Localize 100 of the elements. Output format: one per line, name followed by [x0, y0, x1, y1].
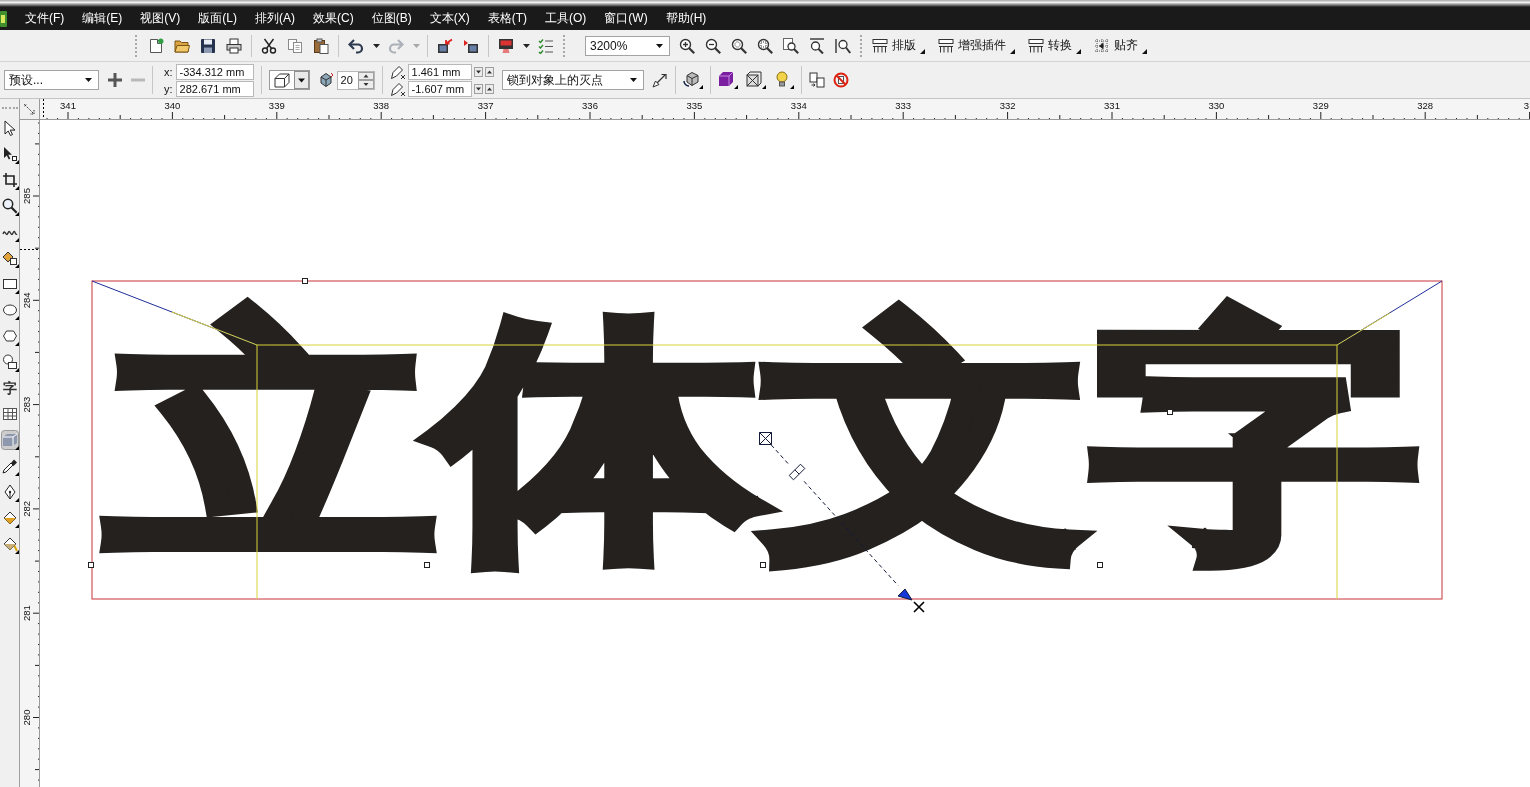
ruler-label: 340 [164, 99, 181, 111]
toolbar-icon [938, 37, 954, 54]
ruler-label: 284 [21, 292, 32, 309]
ruler-label: 338 [373, 99, 390, 111]
menu-item[interactable]: 表格(T) [478, 7, 536, 30]
ruler-label: 281 [21, 605, 32, 622]
spin-up-icon[interactable] [484, 66, 494, 77]
cube-icon[interactable] [0, 430, 19, 450]
toolbar-button[interactable]: 贴齐 [1094, 35, 1138, 56]
new-page-icon[interactable] [148, 37, 164, 54]
open-box-icon [273, 72, 290, 88]
zoom-width-icon[interactable] [809, 37, 825, 54]
shaded-cube-icon[interactable] [717, 71, 738, 89]
flyout-corner-icon[interactable] [1142, 48, 1147, 54]
spin-up-icon[interactable] [484, 83, 494, 94]
export-icon[interactable] [463, 37, 479, 54]
shapes-icon[interactable] [0, 352, 19, 372]
cube-arrow-icon [317, 72, 334, 88]
clipboard-icon[interactable] [313, 37, 329, 54]
zoom-dropdown[interactable]: 3200% [585, 35, 670, 56]
import-icon[interactable] [437, 37, 453, 54]
ruler-origin-icon[interactable] [24, 103, 35, 115]
cursor-position-marker [43, 99, 44, 120]
undo-icon[interactable] [348, 37, 364, 54]
zoom-in-icon[interactable] [679, 37, 695, 54]
text-tool[interactable]: 字 [0, 378, 19, 398]
menu-item[interactable]: 工具(O) [536, 7, 596, 30]
spin-down-icon[interactable] [473, 66, 483, 77]
spin-down-icon[interactable] [357, 79, 374, 89]
menu-item[interactable]: 视图(V) [131, 7, 190, 30]
pen-arrow-icon[interactable] [651, 72, 668, 88]
coordinate-field[interactable]: -334.312 mm [175, 63, 254, 80]
monitor-icon[interactable] [498, 37, 514, 54]
bevel-box-icon[interactable] [745, 71, 766, 89]
ruler-label: 285 [21, 188, 32, 204]
zoom-height-icon[interactable] [835, 37, 851, 54]
ruler-label: 332 [999, 99, 1016, 111]
zoom-out-icon[interactable] [705, 37, 721, 54]
menu-item[interactable]: 编辑(E) [73, 7, 132, 30]
ruler-label: 335 [686, 99, 703, 111]
pen-icon [389, 63, 406, 80]
menu-item[interactable]: 效果(C) [304, 7, 363, 30]
cursor-position-marker [20, 249, 40, 250]
coordinate-label: y: [164, 82, 173, 95]
copy-icon[interactable] [287, 37, 303, 54]
ruler-label: 333 [895, 99, 912, 111]
crop-icon[interactable] [0, 170, 19, 190]
ruler-label: 336 [582, 99, 598, 111]
flyout-corner-icon[interactable] [1010, 48, 1015, 54]
menu-item[interactable]: 排列(A) [246, 7, 304, 30]
folder-icon[interactable] [174, 37, 190, 54]
toolbar-icon [872, 37, 888, 54]
cross-marker-icon [913, 601, 925, 613]
caret-icon [656, 43, 663, 48]
checklist-icon[interactable] [538, 37, 554, 54]
caret-icon[interactable] [523, 43, 530, 48]
plus-icon[interactable] [107, 72, 123, 88]
toolbar-button[interactable]: 增强插件 [938, 35, 1006, 56]
pen-icon [389, 80, 406, 97]
coordinate-field[interactable]: 282.671 mm [175, 80, 254, 97]
depth-field[interactable]: 20 [336, 70, 375, 90]
toolbar-button[interactable]: 排版 [872, 35, 916, 56]
copy-shape-icon[interactable] [808, 72, 825, 88]
preset-dropdown[interactable]: 预设... [4, 70, 99, 90]
vanishing-point-field[interactable]: 1.461 mm [407, 63, 472, 80]
zoom-page-icon[interactable] [783, 37, 799, 54]
flyout-corner-icon[interactable] [1076, 48, 1081, 54]
ruler-label: 328 [1417, 99, 1434, 111]
ruler-label: 339 [268, 99, 285, 111]
app-icon[interactable] [0, 10, 7, 27]
menu-item[interactable]: 文件(F) [16, 7, 74, 30]
caret-icon [85, 78, 92, 82]
no-sign-icon[interactable] [832, 72, 849, 88]
caret-icon[interactable] [373, 43, 380, 48]
flyout-corner-icon[interactable] [920, 48, 925, 54]
scissors-icon[interactable] [261, 37, 277, 54]
ruler-label: 334 [790, 99, 807, 111]
ruler-label: 331 [1104, 99, 1120, 111]
zoom-all-icon[interactable] [757, 37, 773, 54]
caret-icon [629, 78, 637, 82]
spin-up-icon[interactable] [357, 71, 374, 80]
extrusion-type-dropdown[interactable] [268, 70, 310, 90]
vanishing-point-field[interactable]: -1.607 mm [407, 80, 472, 97]
zoom-icon[interactable] [0, 196, 19, 216]
printer-icon[interactable] [226, 37, 242, 54]
menu-item[interactable]: 版面(L) [189, 7, 246, 30]
menu-item[interactable]: 文本(X) [420, 7, 479, 30]
ruler-label: 282 [21, 500, 32, 517]
ruler-label: 330 [1208, 99, 1225, 111]
rotate-cube-icon[interactable] [682, 71, 703, 89]
zoom-selection-icon[interactable] [731, 37, 747, 54]
menu-item[interactable]: 帮助(H) [656, 7, 716, 30]
menu-item[interactable]: 位图(B) [362, 7, 421, 30]
ruler-label: 283 [21, 396, 32, 413]
vanishing-point-dropdown[interactable]: 锁到对象上的灭点 [501, 70, 644, 90]
toolbar-button[interactable]: 转换 [1028, 35, 1072, 56]
toolbar-icon [1028, 37, 1044, 54]
spin-down-icon[interactable] [473, 83, 483, 94]
lightbulb-icon[interactable] [773, 71, 794, 89]
menu-item[interactable]: 窗口(W) [595, 7, 657, 30]
